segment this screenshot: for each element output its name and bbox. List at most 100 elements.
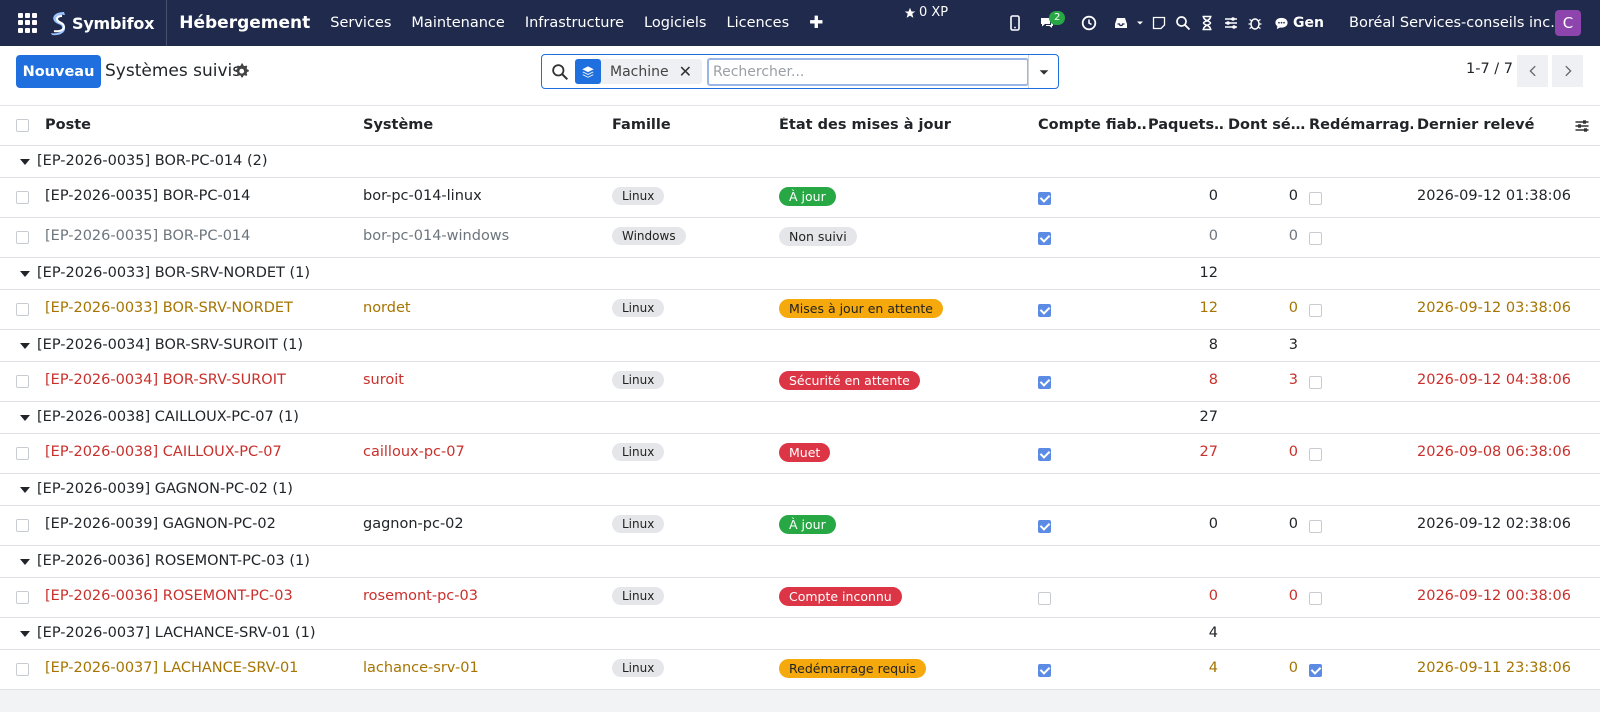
- caret-down-icon[interactable]: [20, 487, 30, 493]
- caret-down-icon[interactable]: [20, 559, 30, 565]
- activity-clock-icon[interactable]: [1078, 12, 1100, 34]
- caret-down-icon[interactable]: [20, 343, 30, 349]
- cell-systeme: bor-pc-014-linux: [363, 188, 482, 204]
- new-button[interactable]: Nouveau: [16, 55, 101, 88]
- table-row[interactable]: [EP-2026-0035] BOR-PC-014 bor-pc-014-linu…: [0, 178, 1600, 218]
- group-sum-paquets: 27: [1199, 409, 1218, 425]
- group-row[interactable]: [EP-2026-0034] BOR-SRV-SUROIT (1) 8 3: [0, 330, 1600, 362]
- column-header-redemarrage[interactable]: Redémarrag…: [1309, 117, 1413, 133]
- row-checkbox[interactable]: [16, 303, 29, 316]
- group-row[interactable]: [EP-2026-0035] BOR-PC-014 (2): [0, 146, 1600, 178]
- cell-famille: Linux: [612, 515, 665, 533]
- brand-logo[interactable]: Symbifox: [48, 10, 154, 36]
- table-row[interactable]: [EP-2026-0039] GAGNON-PC-02 gagnon-pc-02 L…: [0, 506, 1600, 546]
- row-checkbox[interactable]: [16, 191, 29, 204]
- cell-releve: 2026-09-12 00:38:06: [1417, 588, 1571, 604]
- cell-systeme: gagnon-pc-02: [363, 516, 464, 532]
- cell-paquets: 12: [1199, 300, 1218, 316]
- row-checkbox[interactable]: [16, 447, 29, 460]
- cell-famille: Linux: [612, 187, 665, 205]
- search-icon[interactable]: [551, 63, 569, 81]
- bug-icon[interactable]: [1244, 12, 1266, 34]
- column-header-securite[interactable]: Dont sé…: [1228, 117, 1305, 133]
- gear-icon[interactable]: [234, 63, 250, 79]
- menu-item-infrastructure[interactable]: Infrastructure: [515, 15, 634, 31]
- column-header-paquets[interactable]: Paquets…: [1148, 117, 1225, 133]
- note-icon[interactable]: [1148, 12, 1170, 34]
- redemarrage-checkbox: [1309, 192, 1322, 205]
- main-menu: Services Maintenance Infrastructure Logi…: [320, 15, 799, 31]
- menu-item-services[interactable]: Services: [320, 15, 401, 31]
- cell-famille: Linux: [612, 587, 665, 605]
- cell-securite: 0: [1288, 444, 1298, 460]
- pager-next-button[interactable]: [1552, 55, 1583, 87]
- table-row[interactable]: [EP-2026-0035] BOR-PC-014 bor-pc-014-wind…: [0, 218, 1600, 258]
- compte-fiable-checkbox: [1038, 448, 1051, 461]
- chevron-right-icon: [1564, 65, 1572, 77]
- row-checkbox[interactable]: [16, 231, 29, 244]
- cell-releve: 2026-09-12 04:38:06: [1417, 372, 1571, 388]
- user-avatar[interactable]: C: [1555, 10, 1581, 36]
- table-row[interactable]: [EP-2026-0038] CAILLOUX-PC-07 cailloux-pc…: [0, 434, 1600, 474]
- menu-item-licences[interactable]: Licences: [716, 15, 799, 31]
- search-options-toggle[interactable]: [1028, 55, 1058, 88]
- optional-columns-icon[interactable]: [1574, 118, 1590, 134]
- table-row[interactable]: [EP-2026-0037] LACHANCE-SRV-01 lachance-s…: [0, 650, 1600, 690]
- status-badge: Redémarrage requis: [779, 659, 926, 678]
- row-checkbox[interactable]: [16, 663, 29, 676]
- menu-item-maintenance[interactable]: Maintenance: [401, 15, 514, 31]
- search-facet[interactable]: Machine ✕: [575, 59, 703, 84]
- row-checkbox[interactable]: [16, 591, 29, 604]
- famille-tag: Windows: [612, 227, 686, 245]
- redemarrage-checkbox: [1309, 448, 1322, 461]
- inbox-icon[interactable]: [1110, 12, 1132, 34]
- group-row[interactable]: [EP-2026-0038] CAILLOUX-PC-07 (1) 27: [0, 402, 1600, 434]
- table-row[interactable]: [EP-2026-0033] BOR-SRV-NORDET nordet Linux…: [0, 290, 1600, 330]
- search-input[interactable]: [707, 57, 1030, 86]
- cell-systeme: rosemont-pc-03: [363, 588, 478, 604]
- status-badge: Non suivi: [779, 227, 857, 246]
- group-row[interactable]: [EP-2026-0039] GAGNON-PC-02 (1): [0, 474, 1600, 506]
- column-header-releve[interactable]: Dernier relevé: [1417, 117, 1534, 133]
- column-header-etat[interactable]: État des mises à jour: [779, 117, 951, 133]
- search-icon[interactable]: [1172, 12, 1194, 34]
- column-header-systeme[interactable]: Système: [363, 117, 433, 133]
- sliders-icon[interactable]: [1220, 12, 1242, 34]
- row-checkbox[interactable]: [16, 375, 29, 388]
- group-row[interactable]: [EP-2026-0037] LACHANCE-SRV-01 (1) 4: [0, 618, 1600, 650]
- cell-poste: [EP-2026-0035] BOR-PC-014: [45, 228, 251, 244]
- table-row[interactable]: [EP-2026-0034] BOR-SRV-SUROIT suroit Linux…: [0, 362, 1600, 402]
- column-header-compte[interactable]: Compte fiab…: [1038, 117, 1146, 133]
- select-all-checkbox[interactable]: [16, 119, 29, 132]
- ai-assistant-button[interactable]: Gen: [1274, 15, 1324, 31]
- xp-counter[interactable]: 0 XP: [904, 5, 948, 20]
- compte-fiable-checkbox: [1038, 232, 1051, 245]
- add-menu-icon[interactable]: ✚: [799, 13, 833, 33]
- column-header-poste[interactable]: Poste: [45, 117, 91, 133]
- caret-down-icon[interactable]: [20, 271, 30, 277]
- cell-systeme: bor-pc-014-windows: [363, 228, 510, 244]
- control-panel: Nouveau Systèmes suivis Machine ✕ 1-7 / …: [0, 46, 1600, 106]
- caret-down-icon[interactable]: [20, 159, 30, 165]
- table-row[interactable]: [EP-2026-0036] ROSEMONT-PC-03 rosemont-pc…: [0, 578, 1600, 618]
- cell-etat: Muet: [779, 443, 831, 462]
- hourglass-icon[interactable]: [1196, 12, 1218, 34]
- caret-down-icon[interactable]: [20, 415, 30, 421]
- messages-icon[interactable]: 2: [1036, 11, 1066, 34]
- pager-value[interactable]: 1-7 / 7: [1466, 61, 1513, 77]
- group-row[interactable]: [EP-2026-0033] BOR-SRV-NORDET (1) 12: [0, 258, 1600, 290]
- row-checkbox[interactable]: [16, 519, 29, 532]
- group-sum-paquets: 4: [1208, 625, 1218, 641]
- column-header-famille[interactable]: Famille: [612, 117, 671, 133]
- caret-down-icon[interactable]: [1134, 12, 1146, 34]
- group-row[interactable]: [EP-2026-0036] ROSEMONT-PC-03 (1): [0, 546, 1600, 578]
- menu-item-logiciels[interactable]: Logiciels: [634, 15, 716, 31]
- mobile-icon[interactable]: [1004, 12, 1026, 34]
- caret-down-icon[interactable]: [20, 631, 30, 637]
- redemarrage-checkbox: [1309, 232, 1322, 245]
- company-switcher[interactable]: Boréal Services-conseils inc.: [1349, 0, 1555, 46]
- apps-menu-icon[interactable]: [18, 13, 38, 33]
- remove-facet-icon[interactable]: ✕: [679, 62, 702, 81]
- pager-previous-button[interactable]: [1517, 55, 1548, 87]
- app-title[interactable]: Hébergement: [179, 13, 310, 33]
